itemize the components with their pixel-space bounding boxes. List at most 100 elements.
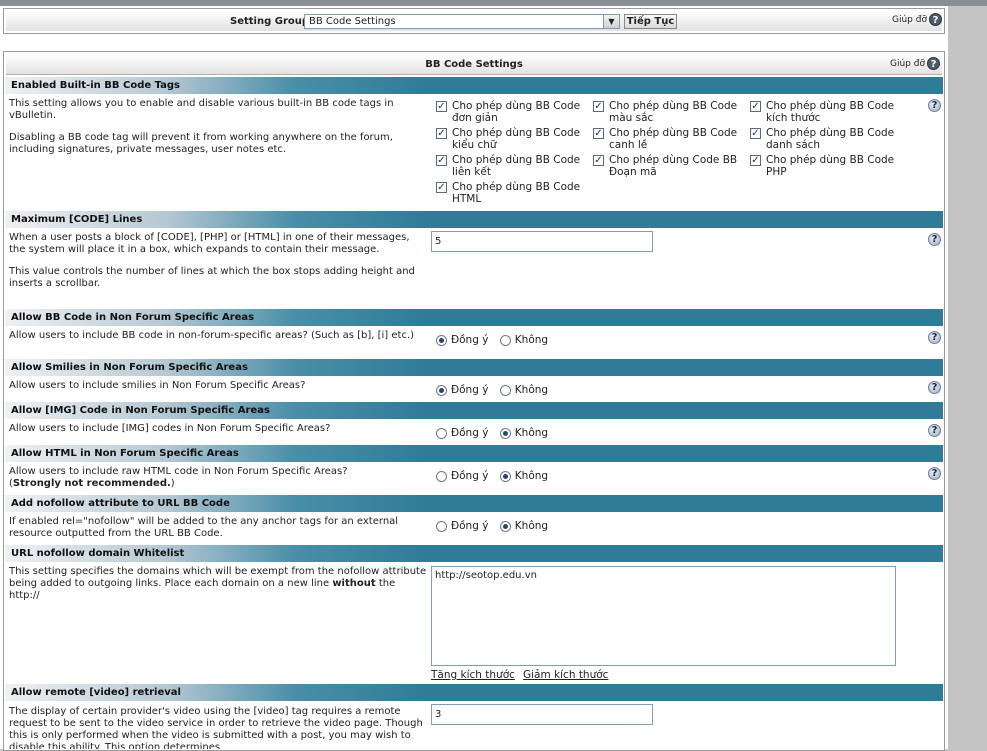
setting-group-inner: Setting Group BB Code Settings ▼ Tiếp Tụ… (6, 11, 942, 31)
help-icon[interactable]: ? (928, 424, 941, 437)
nofollow-radio-no[interactable]: Không (499, 520, 549, 532)
setting-group-selected: BB Code Settings (309, 16, 396, 27)
help-icon[interactable]: ? (928, 381, 941, 394)
nofollow-radio-yes[interactable]: Đồng ý (436, 520, 488, 532)
section-header-builtin-tags: Enabled Built-in BB Code Tags (5, 77, 943, 94)
checkbox-checked-icon[interactable]: ✓ (436, 128, 447, 139)
bbcode-tag-checkbox[interactable]: ✓ Cho phép dùng BB Code HTML (436, 181, 592, 205)
radio-label: Không (514, 427, 549, 439)
checkbox-checked-icon[interactable]: ✓ (436, 182, 447, 193)
help-icon[interactable]: ? (928, 467, 941, 480)
radio-selected-icon[interactable] (499, 470, 511, 482)
checkbox-label: Cho phép dùng BB Code màu sắc (609, 100, 738, 124)
builtin-tags-description: This setting allows you to enable and di… (9, 98, 427, 166)
checkbox-checked-icon[interactable]: ✓ (436, 101, 447, 112)
radio-selected-icon[interactable] (436, 384, 447, 396)
radio-selected-icon[interactable] (499, 427, 511, 439)
non-forum-radio-yes[interactable]: Đồng ý (436, 334, 488, 346)
non-forum-description: Allow users to include BB code in non-fo… (9, 330, 415, 341)
bbcode-tag-checkbox[interactable]: ✓ Cho phép dùng BB Code kích thước (750, 100, 906, 124)
chevron-down-icon[interactable]: ▼ (603, 15, 619, 28)
video-input[interactable]: 3 (431, 704, 653, 725)
radio-label: Không (514, 384, 549, 396)
radio-label: Không (514, 520, 549, 532)
nofollow-radio-group: Đồng ý Không (436, 520, 556, 535)
radio-unselected-icon[interactable] (499, 334, 511, 346)
whitelist-textarea[interactable]: http://seotop.edu.vn (431, 566, 896, 666)
bbcode-tag-checkbox[interactable]: ✓ Cho phép dùng BB Code canh lề (593, 127, 749, 151)
checkbox-checked-icon[interactable]: ✓ (750, 101, 761, 112)
radio-selected-icon[interactable] (436, 334, 447, 346)
checkbox-label: Cho phép dùng BB Code kích thước (766, 100, 895, 124)
checkbox-label: Cho phép dùng BB Code canh lề (609, 127, 738, 151)
checkbox-label: Cho phép dùng BB Code đơn giản (452, 100, 581, 124)
help-icon[interactable]: ? (928, 99, 941, 112)
html-radio-yes[interactable]: Đồng ý (436, 470, 488, 482)
non-forum-radio-group: Đồng ý Không (436, 334, 556, 349)
bbcode-tag-checkbox[interactable]: ✓ Cho phép dùng BB Code liên kết (436, 154, 592, 178)
img-radio-yes[interactable]: Đồng ý (436, 427, 488, 439)
radio-label: Đồng ý (451, 384, 489, 396)
section-header-whitelist: URL nofollow domain Whitelist (5, 545, 943, 562)
checkbox-checked-icon[interactable]: ✓ (593, 101, 604, 112)
smilies-radio-no[interactable]: Không (499, 384, 549, 396)
html-desc-warning: Strongly not recommended. (12, 478, 171, 489)
radio-label: Không (514, 470, 549, 482)
section-header-code-lines: Maximum [CODE] Lines (5, 211, 943, 228)
bbcode-tag-checkbox[interactable]: ✓ Cho phép dùng Code BB Đoạn mã (593, 154, 749, 178)
enlarge-textarea-link[interactable]: Tăng kích thước (431, 669, 515, 681)
help-icon[interactable]: ? (928, 331, 941, 344)
smilies-radio-group: Đồng ý Không (436, 384, 556, 399)
go-button[interactable]: Tiếp Tục (624, 14, 677, 29)
help-icon[interactable]: ? (928, 13, 942, 26)
radio-unselected-icon[interactable] (499, 384, 511, 396)
smilies-description: Allow users to include smilies in Non Fo… (9, 380, 306, 391)
section-header-non-forum: Allow BB Code in Non Forum Specific Area… (5, 309, 943, 326)
smilies-radio-yes[interactable]: Đồng ý (436, 384, 488, 396)
builtin-tags-desc-1: This setting allows you to enable and di… (9, 98, 394, 121)
html-desc-close: ) (170, 478, 175, 489)
code-lines-input[interactable]: 5 (431, 231, 653, 252)
help-icon[interactable]: ? (926, 57, 940, 70)
radio-unselected-icon[interactable] (436, 427, 447, 439)
bbcode-tag-checkbox[interactable]: ✓ Cho phép dùng BB Code màu sắc (593, 100, 749, 124)
checkbox-checked-icon[interactable]: ✓ (436, 155, 447, 166)
setting-group-select[interactable]: BB Code Settings ▼ (304, 14, 620, 29)
shrink-textarea-link[interactable]: Giảm kích thước (523, 669, 608, 681)
checkbox-checked-icon[interactable]: ✓ (593, 128, 604, 139)
help-icon[interactable]: ? (928, 233, 941, 246)
checkbox-checked-icon[interactable]: ✓ (750, 128, 761, 139)
radio-selected-icon[interactable] (499, 520, 511, 532)
bbcode-tag-checkbox[interactable]: ✓ Cho phép dùng BB Code danh sách (750, 127, 906, 151)
radio-label: Không (514, 334, 549, 346)
section-header-video: Allow remote [video] retrieval (5, 684, 943, 701)
section-header-smilies: Allow Smilies in Non Forum Specific Area… (5, 359, 943, 376)
radio-unselected-icon[interactable] (436, 520, 447, 532)
setting-group-label: Setting Group (230, 16, 310, 27)
panel-title: BB Code Settings (425, 59, 523, 70)
html-description: Allow users to include raw HTML code in … (9, 466, 427, 490)
setting-group-help[interactable]: Giúp đỡ? (892, 13, 942, 26)
checkbox-checked-icon[interactable]: ✓ (750, 155, 761, 166)
help-label: Giúp đỡ (890, 59, 925, 69)
section-header-html: Allow HTML in Non Forum Specific Areas (5, 445, 943, 462)
bbcode-tag-checkbox[interactable]: ✓ Cho phép dùng BB Code đơn giản (436, 100, 592, 124)
checkbox-label: Cho phép dùng BB Code danh sách (766, 127, 895, 151)
whitelist-desc-bold: without (332, 578, 376, 589)
bbcode-tag-checkbox[interactable]: ✓ Cho phép dùng BB Code kiểu chữ (436, 127, 592, 151)
radio-label: Đồng ý (451, 470, 489, 482)
non-forum-radio-no[interactable]: Không (499, 334, 549, 346)
html-radio-no[interactable]: Không (499, 470, 549, 482)
checkbox-checked-icon[interactable]: ✓ (593, 155, 604, 166)
checkbox-label: Cho phép dùng BB Code liên kết (452, 154, 581, 178)
img-radio-group: Đồng ý Không (436, 427, 556, 442)
bbcode-tag-checkbox[interactable]: ✓ Cho phép dùng BB Code PHP (750, 154, 906, 178)
setting-group-bar: Setting Group BB Code Settings ▼ Tiếp Tụ… (3, 8, 945, 34)
img-radio-no[interactable]: Không (499, 427, 549, 439)
section-header-img: Allow [IMG] Code in Non Forum Specific A… (5, 402, 943, 419)
code-lines-description: When a user posts a block of [CODE], [PH… (9, 232, 427, 300)
checkbox-label: Cho phép dùng Code BB Đoạn mã (609, 154, 738, 178)
panel-help[interactable]: Giúp đỡ? (890, 57, 940, 70)
checkbox-label: Cho phép dùng BB Code HTML (452, 181, 581, 205)
radio-unselected-icon[interactable] (436, 470, 447, 482)
